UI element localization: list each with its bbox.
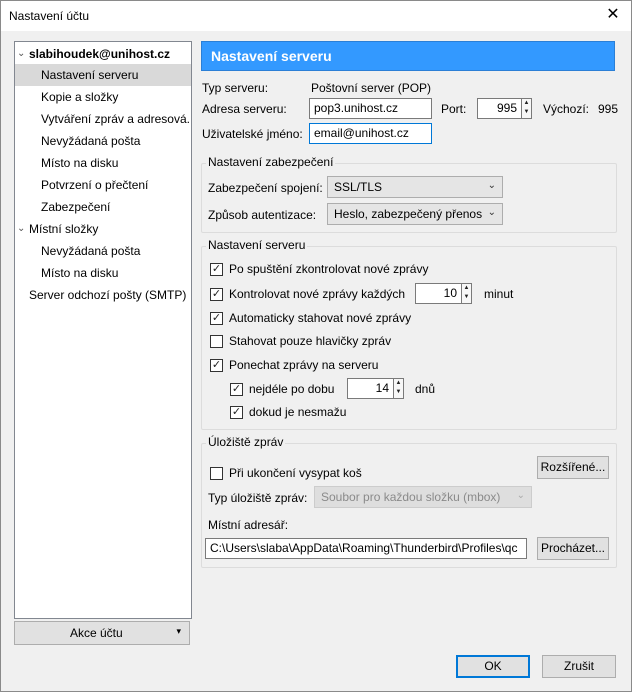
- headers-only-checkbox[interactable]: [210, 335, 223, 348]
- headers-only-label: Stahovat pouze hlavičky zpráv: [229, 334, 392, 348]
- store-type-label: Typ úložiště zpráv:: [208, 491, 308, 505]
- server-address-input[interactable]: pop3.unihost.cz: [309, 98, 432, 119]
- tree-item-label: Zabezpečení: [41, 200, 111, 214]
- server-type-label: Typ serveru:: [202, 81, 269, 95]
- ok-button[interactable]: OK: [456, 655, 530, 678]
- days-label: dnů: [415, 382, 436, 396]
- tree-item-label: Nevyžádaná pošta: [41, 134, 141, 148]
- check-startup-label: Po spuštění zkontrolovat nové zprávy: [229, 262, 429, 276]
- connection-security-label: Zabezpečení spojení:: [208, 181, 323, 195]
- local-dir-label: Místní adresář:: [208, 518, 289, 532]
- tree-item-label: Místní složky: [29, 222, 99, 236]
- account-actions-label: Akce účtu: [70, 626, 123, 640]
- security-legend: Nastavení zabezpečení: [206, 155, 336, 169]
- auth-method-label: Způsob autentizace:: [208, 208, 317, 222]
- tree-item-junk[interactable]: Nevyžádaná pošta: [15, 130, 191, 152]
- tree-item-disk-space[interactable]: Místo na disku: [15, 152, 191, 174]
- until-deleted-label: dokud je nesmažu: [249, 405, 347, 419]
- spin-up-icon[interactable]: ▲: [394, 379, 403, 388]
- local-dir-input[interactable]: C:\Users\slaba\AppData\Roaming\Thunderbi…: [205, 538, 527, 559]
- at-most-days-input[interactable]: 14: [347, 378, 394, 399]
- port-spinner[interactable]: ▲ ▼: [522, 98, 532, 119]
- tree-local-folders[interactable]: ⌄ Místní složky: [15, 218, 191, 240]
- server-address-label: Adresa serveru:: [202, 102, 287, 116]
- empty-trash-checkbox[interactable]: [210, 467, 223, 480]
- check-every-label: Kontrolovat nové zprávy každých: [229, 287, 406, 301]
- spin-down-icon[interactable]: ▼: [522, 108, 531, 117]
- tree-item-label: Potvrzení o přečtení: [41, 178, 149, 192]
- username-input[interactable]: email@unihost.cz: [309, 123, 432, 144]
- expand-icon[interactable]: ⌄: [17, 218, 27, 240]
- tree-item-composition[interactable]: Vytváření zpráv a adresová...: [15, 108, 191, 130]
- expand-icon[interactable]: ⌄: [17, 43, 27, 65]
- chevron-down-icon: ⌄: [516, 490, 525, 501]
- server-settings-legend: Nastavení serveru: [206, 238, 308, 252]
- tree-item-label: Nevyžádaná pošta: [41, 244, 141, 258]
- tree-item-local-disk[interactable]: Místo na disku: [15, 262, 191, 284]
- spin-up-icon[interactable]: ▲: [462, 284, 471, 293]
- spin-down-icon[interactable]: ▼: [462, 293, 471, 302]
- empty-trash-label: Při ukončení vysypat koš: [229, 466, 362, 480]
- leave-on-server-checkbox[interactable]: ✓: [210, 359, 223, 372]
- check-startup-checkbox[interactable]: ✓: [210, 263, 223, 276]
- tree-item-smtp[interactable]: Server odchozí pošty (SMTP): [15, 284, 191, 306]
- server-type-value: Poštovní server (POP): [311, 81, 432, 95]
- port-label: Port:: [441, 102, 467, 116]
- cancel-button[interactable]: Zrušit: [542, 655, 616, 678]
- page-title: Nastavení serveru: [211, 48, 332, 64]
- tree-item-local-junk[interactable]: Nevyžádaná pošta: [15, 240, 191, 262]
- chevron-down-icon: ⌄: [487, 180, 496, 191]
- auth-method-select[interactable]: Heslo, zabezpečený přenos ⌄: [327, 203, 503, 225]
- account-settings-dialog: Nastavení účtu ✕ ⌄ slabihoudek@unihost.c…: [0, 0, 632, 692]
- at-most-label: nejdéle po dobu: [249, 382, 335, 396]
- chevron-down-icon: ⌄: [487, 207, 496, 218]
- until-deleted-checkbox[interactable]: ✓: [230, 406, 243, 419]
- auto-download-label: Automaticky stahovat nové zprávy: [229, 311, 412, 325]
- tree-item-label: Místo na disku: [41, 266, 119, 280]
- window-title: Nastavení účtu: [9, 9, 90, 23]
- tree-item-label: Vytváření zpráv a adresová...: [41, 112, 191, 126]
- tree-item-label: Kopie a složky: [41, 90, 119, 104]
- store-type-value: Soubor pro každou složku (mbox): [321, 490, 501, 504]
- account-actions-button[interactable]: Akce účtu ▾: [14, 621, 190, 645]
- tree-account[interactable]: ⌄ slabihoudek@unihost.cz: [15, 43, 191, 65]
- default-port-label: Výchozí:: [543, 102, 590, 116]
- title-bar: Nastavení účtu ✕: [1, 1, 631, 31]
- tree-item-label: Nastavení serveru: [41, 68, 139, 82]
- tree-item-server-settings[interactable]: Nastavení serveru: [15, 64, 191, 86]
- check-interval-input[interactable]: 10: [415, 283, 462, 304]
- message-storage-group: Úložiště zpráv Při ukončení vysypat koš …: [201, 435, 617, 568]
- store-type-select[interactable]: Soubor pro každou složku (mbox) ⌄: [314, 486, 532, 508]
- auth-method-value: Heslo, zabezpečený přenos: [334, 207, 483, 221]
- advanced-button[interactable]: Rozšířené...: [537, 456, 609, 479]
- spin-up-icon[interactable]: ▲: [522, 99, 531, 108]
- tree-item-receipts[interactable]: Potvrzení o přečtení: [15, 174, 191, 196]
- spin-down-icon[interactable]: ▼: [394, 388, 403, 397]
- server-settings-group: Nastavení serveru ✓ Po spuštění zkontrol…: [201, 238, 617, 430]
- tree-item-copies-folders[interactable]: Kopie a složky: [15, 86, 191, 108]
- minutes-label: minut: [484, 287, 514, 301]
- tree-item-label: Místo na disku: [41, 156, 119, 170]
- check-every-checkbox[interactable]: ✓: [210, 288, 223, 301]
- username-label: Uživatelské jméno:: [202, 127, 303, 141]
- security-group: Nastavení zabezpečení Zabezpečení spojen…: [201, 155, 617, 233]
- check-interval-spinner[interactable]: ▲ ▼: [462, 283, 472, 304]
- tree-item-label: Server odchozí pošty (SMTP): [29, 288, 187, 302]
- at-most-days-spinner[interactable]: ▲ ▼: [394, 378, 404, 399]
- connection-security-value: SSL/TLS: [334, 180, 383, 194]
- close-icon[interactable]: ✕: [603, 5, 623, 25]
- auto-download-checkbox[interactable]: ✓: [210, 312, 223, 325]
- dropdown-arrow-icon: ▾: [176, 626, 181, 636]
- at-most-checkbox[interactable]: ✓: [230, 383, 243, 396]
- port-input[interactable]: 995: [477, 98, 522, 119]
- default-port-value: 995: [598, 102, 619, 116]
- tree-item-security[interactable]: Zabezpečení: [15, 196, 191, 218]
- connection-security-select[interactable]: SSL/TLS ⌄: [327, 176, 503, 198]
- page-header: Nastavení serveru: [201, 41, 615, 71]
- account-name: slabihoudek@unihost.cz: [29, 47, 171, 61]
- browse-button[interactable]: Procházet...: [537, 537, 609, 560]
- message-storage-legend: Úložiště zpráv: [206, 435, 286, 449]
- account-tree[interactable]: ⌄ slabihoudek@unihost.cz Nastavení serve…: [14, 41, 192, 619]
- leave-on-server-label: Ponechat zprávy na serveru: [229, 358, 379, 372]
